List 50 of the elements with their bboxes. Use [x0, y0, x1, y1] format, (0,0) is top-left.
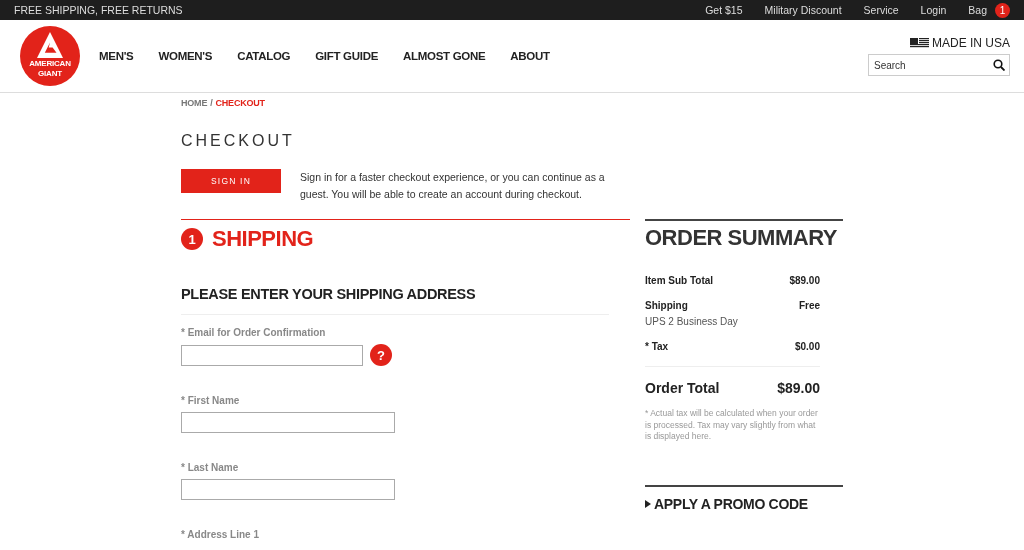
top-link[interactable]: Login — [920, 4, 947, 16]
summary-label: Item Sub Total — [645, 275, 714, 286]
nav-link[interactable]: ALMOST GONE — [403, 50, 486, 62]
triangle-icon — [645, 499, 651, 508]
bag-count-badge: 1 — [995, 2, 1010, 18]
tax-note: * Actual tax will be calculated when your order is processed. Tax may vary slightly from what is displayed here. — [645, 408, 819, 443]
top-link[interactable]: Service — [863, 4, 899, 16]
page-title: CHECKOUT — [181, 132, 296, 150]
summary-value: $0.00 — [794, 341, 820, 352]
nav-link[interactable]: GIFT GUIDE — [315, 50, 378, 62]
nav-link[interactable]: WOMEN'S — [158, 50, 213, 62]
top-link[interactable]: Bag — [968, 4, 987, 16]
summary-value: Free — [798, 300, 820, 311]
nav-link[interactable]: MEN'S — [99, 50, 134, 62]
field-label: * Address Line 1 — [181, 529, 260, 540]
help-button[interactable]: ? — [370, 344, 392, 366]
logo[interactable]: AMERICAN GIANT — [20, 26, 80, 86]
logo-text: AMERICAN — [28, 59, 72, 68]
breadcrumb-link[interactable]: HOME — [181, 98, 208, 108]
logo-text: GIANT — [37, 69, 63, 78]
top-link[interactable]: Get $15 — [705, 4, 743, 16]
section-subtitle: PLEASE ENTER YOUR SHIPPING ADDRESS — [181, 286, 609, 315]
breadcrumb-link[interactable]: CHECKOUT — [215, 98, 265, 108]
field-label: * Email for Order Confirmation — [181, 327, 327, 338]
total-value: $89.00 — [777, 380, 820, 396]
summary-label: * Tax — [645, 341, 669, 352]
input-field[interactable] — [181, 479, 395, 500]
field-label: * Last Name — [181, 462, 240, 473]
nav-link[interactable]: ABOUT — [510, 50, 550, 62]
step-number: 1 — [181, 228, 203, 250]
field-label: * First Name — [181, 395, 241, 406]
summary-title: ORDER SUMMARY — [645, 225, 838, 251]
search-icon[interactable] — [993, 59, 1005, 71]
breadcrumb-separator: / — [210, 98, 213, 108]
made-in-usa-text: MADE IN USA — [932, 36, 1010, 50]
summary-label: Shipping — [645, 300, 688, 311]
top-link[interactable]: Military Discount — [764, 4, 842, 16]
shipping-method: UPS 2 Business Day — [645, 316, 739, 327]
section-title: SHIPPING — [212, 226, 314, 252]
total-label: Order Total — [645, 380, 720, 396]
sign-in-text: Sign in for a faster checkout experience, or you can continue as a guest. You will be able to create an account during checkout. — [300, 170, 606, 202]
promo-text: FREE SHIPPING, FREE RETURNS — [14, 4, 183, 16]
input-field[interactable] — [181, 344, 363, 366]
search-field[interactable]: Search — [868, 54, 1010, 76]
promo-code-link[interactable]: APPLY A PROMO CODE — [645, 484, 843, 512]
summary-value: $89.00 — [789, 275, 820, 286]
flag-icon — [910, 38, 929, 48]
nav-link[interactable]: CATALOG — [237, 50, 291, 62]
input-field[interactable] — [181, 412, 395, 433]
sign-in-button[interactable]: SIGN IN — [181, 169, 281, 193]
